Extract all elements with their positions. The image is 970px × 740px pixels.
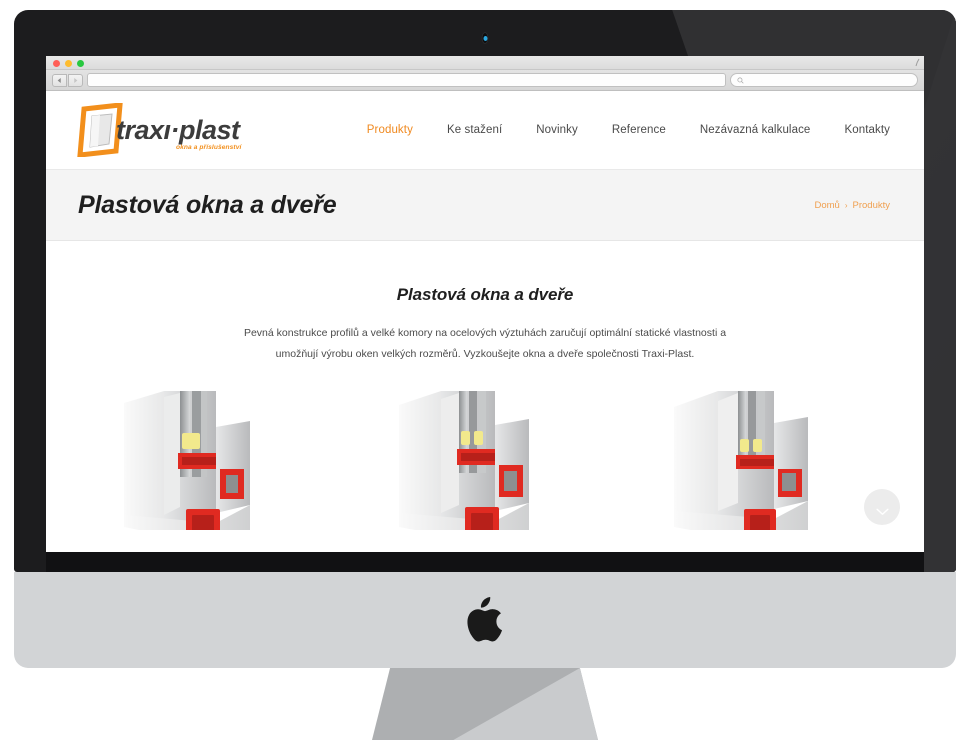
window-controls	[53, 60, 84, 67]
breadcrumb: Domů › Produkty	[814, 200, 890, 211]
imac-device: traxı·plast okna a příslušenství Produkt…	[0, 0, 970, 740]
browser-window: traxı·plast okna a příslušenství Produkt…	[46, 56, 924, 552]
imac-chin	[14, 572, 956, 668]
scroll-down-button[interactable]	[864, 489, 900, 525]
page-title-band: Plastová okna a dveře Domů › Produkty	[46, 169, 924, 241]
page-viewport: traxı·plast okna a příslušenství Produkt…	[46, 91, 924, 551]
product-image-3[interactable]	[670, 387, 850, 535]
breadcrumb-current[interactable]: Produkty	[853, 200, 891, 211]
forward-button[interactable]	[68, 73, 83, 87]
nav-item-novinky[interactable]: Novinky	[519, 124, 595, 136]
site-header: traxı·plast okna a příslušenství Produkt…	[46, 91, 924, 169]
main-navigation: Produkty Ke stažení Novinky Reference Ne…	[350, 124, 890, 136]
imac-stand	[372, 668, 598, 740]
minimize-button[interactable]	[65, 60, 72, 67]
browser-search-box[interactable]	[730, 73, 918, 87]
facetime-camera-icon	[481, 32, 489, 44]
resize-handle-icon[interactable]	[911, 58, 920, 67]
breadcrumb-home[interactable]: Domů	[814, 200, 839, 211]
nav-item-nezavazna-kalkulace[interactable]: Nezávazná kalkulace	[683, 124, 828, 136]
svg-text:traxı·plast: traxı·plast	[116, 115, 241, 145]
product-image-1[interactable]	[120, 387, 300, 535]
svg-text:okna a příslušenství: okna a příslušenství	[176, 144, 242, 151]
product-image-2[interactable]	[395, 387, 575, 535]
close-button[interactable]	[53, 60, 60, 67]
intro-section: Plastová okna a dveře Pevná konstrukce p…	[46, 241, 924, 365]
apple-logo-icon	[466, 597, 504, 643]
intro-paragraph: Pevná konstrukce profilů a velké komory …	[243, 327, 727, 360]
navigation-buttons	[52, 73, 83, 87]
browser-toolbar	[46, 70, 924, 91]
address-bar[interactable]	[87, 73, 726, 87]
maximize-button[interactable]	[77, 60, 84, 67]
intro-heading: Plastová okna a dveře	[396, 285, 574, 304]
nav-item-ke-stazeni[interactable]: Ke stažení	[430, 124, 519, 136]
back-button[interactable]	[52, 73, 67, 87]
screen-bottom-edge	[46, 552, 924, 572]
nav-item-produkty[interactable]: Produkty	[350, 124, 430, 136]
product-gallery	[46, 387, 924, 535]
search-icon	[737, 76, 744, 84]
page-title: Plastová okna a dveře	[78, 190, 337, 219]
site-logo[interactable]: traxı·plast okna a příslušenství	[76, 102, 246, 158]
nav-item-kontakty[interactable]: Kontakty	[827, 124, 890, 136]
breadcrumb-separator-icon: ›	[844, 200, 848, 210]
nav-item-reference[interactable]: Reference	[595, 124, 683, 136]
chevron-down-icon	[875, 503, 889, 515]
browser-titlebar	[46, 56, 924, 70]
